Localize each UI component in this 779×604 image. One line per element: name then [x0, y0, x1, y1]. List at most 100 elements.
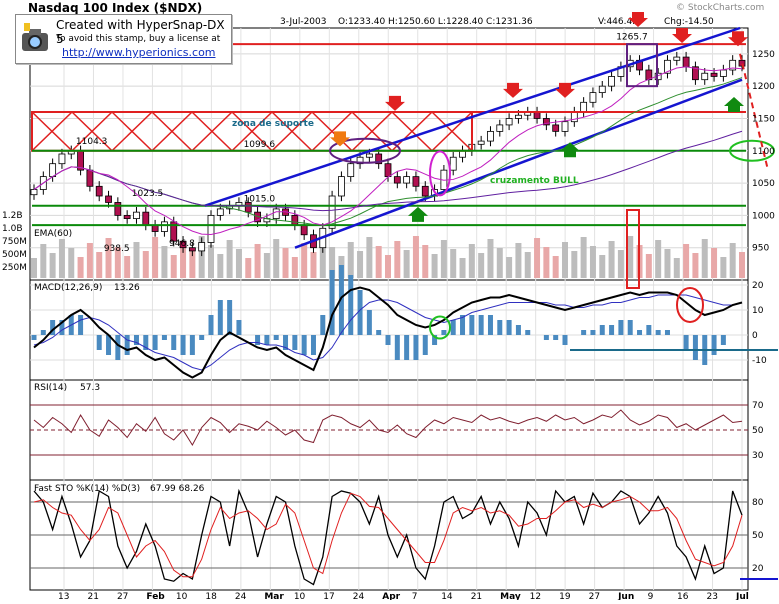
price-tick-label: 1250	[752, 50, 775, 60]
volume-bar	[226, 240, 233, 278]
volume-bar	[282, 248, 289, 278]
x-tick-label: 21	[471, 592, 482, 600]
macd-histogram-bar	[609, 325, 615, 335]
candle-body	[216, 208, 224, 216]
macd-histogram-bar	[599, 325, 605, 335]
macd-histogram-bar	[385, 335, 391, 345]
volume-bar	[627, 236, 634, 278]
volume-bar	[617, 250, 624, 278]
macd-tick-label: 0	[752, 331, 758, 341]
candle-body	[300, 224, 308, 236]
macd-histogram-bar	[637, 330, 643, 335]
price-label: 1099.6	[244, 140, 276, 150]
macd-histogram-bar	[441, 330, 447, 335]
x-tick-label: Apr	[382, 592, 400, 600]
stoch-value: 67.99 68.26	[150, 484, 205, 494]
volume-bar	[534, 238, 541, 278]
macd-histogram-bar	[404, 335, 410, 360]
candle-body	[487, 130, 494, 142]
macd-histogram-bar	[627, 320, 633, 335]
macd-tick-label: -10	[752, 356, 767, 366]
candle-body	[347, 163, 355, 178]
volume-tick-label: 1.2B	[2, 211, 23, 221]
stoch-tick-label: 80	[752, 498, 764, 508]
volume-bar	[543, 247, 550, 278]
macd-histogram-bar	[115, 335, 121, 360]
macd-histogram-bar	[152, 335, 158, 350]
volume-bar	[310, 252, 317, 278]
volume-tick-label: 250M	[2, 263, 27, 273]
volume-bar	[394, 241, 401, 278]
volume-bar	[524, 252, 531, 278]
volume-bar	[263, 253, 270, 278]
price-tick-label: 1200	[752, 82, 775, 92]
candle-body	[133, 211, 140, 220]
macd-histogram-bar	[590, 330, 596, 335]
x-tick-label: 23	[707, 592, 718, 600]
price-label: 938.5	[104, 244, 130, 254]
macd-histogram-bar	[320, 315, 326, 335]
volume-bar	[40, 244, 47, 278]
volume-bar	[478, 253, 485, 278]
macd-histogram-bar	[376, 330, 382, 335]
x-tick-label: 17	[323, 592, 334, 600]
stoch-tick-label: 20	[752, 564, 764, 574]
macd-histogram-bar	[171, 335, 177, 350]
candle-body	[291, 214, 299, 226]
macd-histogram-bar	[96, 335, 102, 350]
volume-bar	[580, 237, 587, 278]
macd-histogram-bar	[692, 335, 698, 360]
volume-bar	[49, 253, 56, 278]
x-tick-label: Jun	[617, 592, 634, 600]
volume-bar	[431, 254, 438, 278]
macd-histogram-bar	[515, 325, 521, 335]
volume-bar	[273, 239, 280, 278]
macd-tick-label: 20	[752, 281, 764, 291]
macd-histogram-bar	[683, 335, 689, 350]
candle-body	[272, 208, 280, 220]
macd-histogram-bar	[469, 315, 475, 335]
candle-body	[561, 121, 569, 132]
x-tick-label: 21	[87, 592, 98, 600]
volume-bar	[96, 252, 103, 278]
volume-bar	[692, 253, 699, 278]
macd-histogram-bar	[255, 335, 261, 345]
date-label: 3-Jul-2003	[280, 17, 327, 27]
volume-bar	[729, 243, 736, 278]
macd-histogram-bar	[273, 335, 279, 340]
macd-histogram-bar	[450, 320, 456, 335]
volume-bar	[645, 254, 652, 278]
macd-histogram-bar	[506, 320, 512, 335]
macd-histogram-bar	[31, 335, 37, 340]
volume-bar	[403, 250, 410, 278]
volume-bar	[562, 242, 568, 278]
volume-bar	[68, 248, 75, 278]
price-label: 946.8	[169, 239, 195, 249]
x-tick-label: 24	[235, 592, 247, 600]
x-tick-label: 18	[205, 592, 217, 600]
volume-tick-label: 500M	[2, 250, 27, 260]
candle-body	[384, 163, 392, 178]
support-annotation: zona de suporte	[232, 119, 314, 129]
volume-bar	[720, 257, 727, 278]
volume-bar	[552, 256, 559, 278]
volume-bar	[459, 258, 466, 278]
candle-body	[142, 211, 150, 226]
volume-bar	[450, 249, 457, 278]
macd-histogram-bar	[553, 335, 559, 340]
candle-body	[496, 124, 504, 132]
macd-histogram-bar	[618, 320, 624, 335]
price-label: 1104.3	[76, 137, 108, 147]
macd-histogram-bar	[664, 330, 670, 335]
volume-bar	[254, 244, 261, 278]
candle-body	[58, 153, 66, 165]
change-readout: Chg:-14.50	[664, 17, 714, 27]
chart-canvas: Nasdaq 100 Index ($NDX) © StockCharts.co…	[2, 1, 778, 602]
x-tick-label: Jul	[735, 592, 749, 600]
volume-bar	[133, 242, 140, 278]
macd-label: MACD(12,26,9)	[34, 283, 102, 293]
x-tick-label: 10	[294, 592, 306, 600]
stamp-link[interactable]: http://www.hyperionics.com	[62, 46, 216, 59]
macd-histogram-bar	[264, 335, 270, 345]
volume-bar	[487, 239, 494, 278]
